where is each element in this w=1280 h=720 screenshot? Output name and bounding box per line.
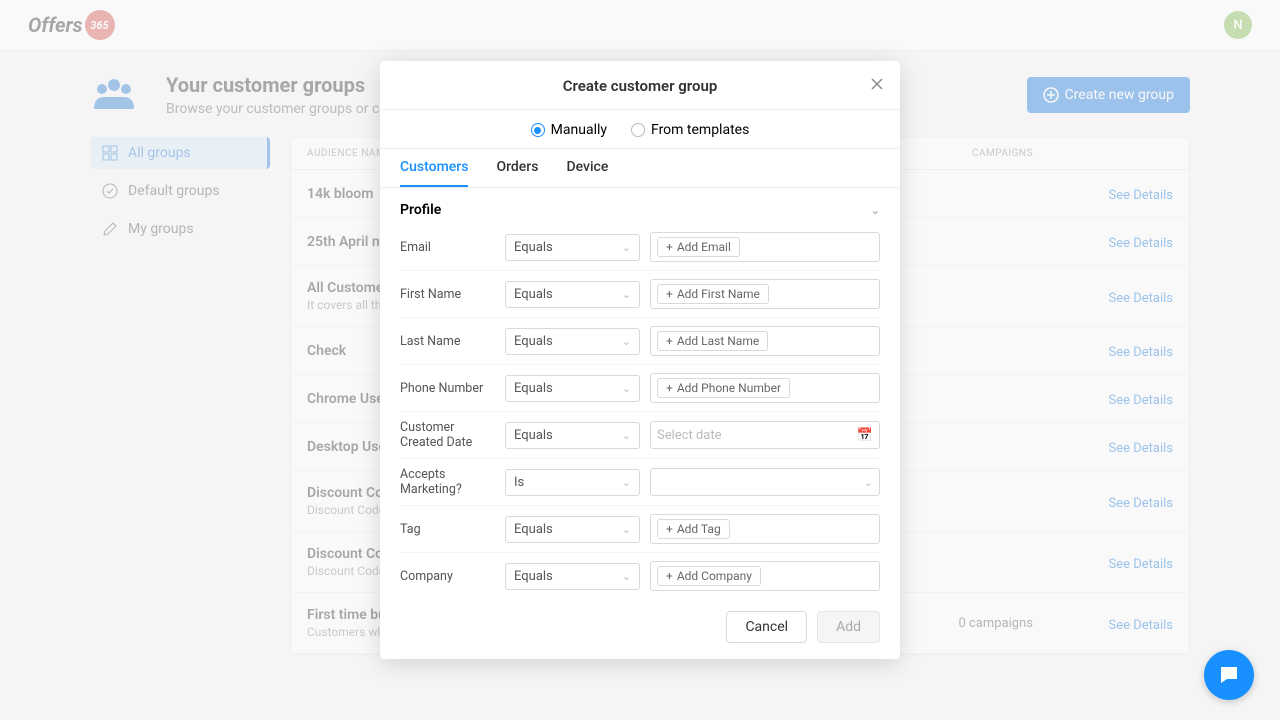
radio-dot-icon <box>531 123 545 137</box>
profile-filter-row: Tag Equals ⌄ + Add Tag <box>400 506 880 553</box>
section-title: Profile <box>400 202 441 218</box>
tab-device[interactable]: Device <box>566 159 608 187</box>
operator-value: Equals <box>514 428 553 443</box>
chevron-down-icon: ⌄ <box>864 476 873 489</box>
value-select[interactable]: ⌄ <box>650 468 880 496</box>
plus-icon: + <box>666 334 673 348</box>
chevron-down-icon: ⌄ <box>622 570 631 583</box>
close-icon <box>870 77 884 91</box>
tag-input[interactable]: + Add Email <box>650 232 880 262</box>
profile-filter-row: Customer Created Date Equals ⌄ Select dat… <box>400 412 880 459</box>
date-input[interactable]: Select date📅 <box>650 421 880 449</box>
chevron-down-icon: ⌄ <box>871 204 880 217</box>
add-chip-button[interactable]: + Add Phone Number <box>657 378 790 398</box>
add-chip-button[interactable]: + Add Company <box>657 566 761 586</box>
modal-header: Create customer group <box>380 61 900 110</box>
tag-input[interactable]: + Add Company <box>650 561 880 591</box>
chevron-down-icon: ⌄ <box>622 382 631 395</box>
chevron-down-icon: ⌄ <box>622 241 631 254</box>
filter-label: Email <box>400 240 495 255</box>
operator-value: Equals <box>514 381 553 396</box>
profile-filter-row: Email Equals ⌄ + Add Email <box>400 224 880 271</box>
tag-input[interactable]: + Add Tag <box>650 514 880 544</box>
plus-icon: + <box>666 381 673 395</box>
create-customer-group-modal: Create customer group Manually From temp… <box>380 61 900 659</box>
operator-select[interactable]: Equals ⌄ <box>505 375 640 402</box>
chevron-down-icon: ⌄ <box>622 429 631 442</box>
operator-select[interactable]: Equals ⌄ <box>505 516 640 543</box>
add-button[interactable]: Add <box>817 611 880 643</box>
radio-label: From templates <box>651 122 749 138</box>
filter-label: Company <box>400 569 495 584</box>
add-chip-button[interactable]: + Add First Name <box>657 284 769 304</box>
filter-label: Tag <box>400 522 495 537</box>
chevron-down-icon: ⌄ <box>622 476 631 489</box>
chevron-down-icon: ⌄ <box>622 335 631 348</box>
filter-label: Accepts Marketing? <box>400 467 495 497</box>
tag-input[interactable]: + Add Last Name <box>650 326 880 356</box>
operator-select[interactable]: Equals ⌄ <box>505 234 640 261</box>
calendar-icon: 📅 <box>857 428 873 443</box>
radio-label: Manually <box>551 122 607 138</box>
radio-dot-icon <box>631 123 645 137</box>
filter-label: Phone Number <box>400 381 495 396</box>
close-button[interactable] <box>870 75 884 96</box>
profile-filter-row: Company Equals ⌄ + Add Company <box>400 553 880 599</box>
tag-input[interactable]: + Add First Name <box>650 279 880 309</box>
modal-title: Create customer group <box>400 77 880 95</box>
plus-icon: + <box>666 240 673 254</box>
date-placeholder: Select date <box>657 428 857 443</box>
profile-filter-row: Phone Number Equals ⌄ + Add Phone Number <box>400 365 880 412</box>
add-chip-button[interactable]: + Add Email <box>657 237 740 257</box>
filter-label: Customer Created Date <box>400 420 495 450</box>
cancel-button[interactable]: Cancel <box>726 611 807 643</box>
operator-value: Equals <box>514 240 553 255</box>
operator-value: Equals <box>514 287 553 302</box>
operator-value: Equals <box>514 522 553 537</box>
operator-select[interactable]: Is ⌄ <box>505 469 640 496</box>
radio-manually[interactable]: Manually <box>531 122 607 138</box>
operator-value: Equals <box>514 334 553 349</box>
mode-selector: Manually From templates <box>380 110 900 149</box>
operator-select[interactable]: Equals ⌄ <box>505 328 640 355</box>
chat-icon <box>1217 663 1241 687</box>
tab-customers[interactable]: Customers <box>400 159 468 187</box>
plus-icon: + <box>666 287 673 301</box>
plus-icon: + <box>666 569 673 583</box>
operator-select[interactable]: Equals ⌄ <box>505 281 640 308</box>
radio-from-templates[interactable]: From templates <box>631 122 749 138</box>
tag-input[interactable]: + Add Phone Number <box>650 373 880 403</box>
profile-filter-row: Accepts Marketing? Is ⌄ ⌄ <box>400 459 880 506</box>
chevron-down-icon: ⌄ <box>622 523 631 536</box>
operator-select[interactable]: Equals ⌄ <box>505 422 640 449</box>
operator-select[interactable]: Equals ⌄ <box>505 563 640 590</box>
operator-value: Is <box>514 475 524 490</box>
chevron-down-icon: ⌄ <box>622 288 631 301</box>
operator-value: Equals <box>514 569 553 584</box>
tab-orders[interactable]: Orders <box>496 159 538 187</box>
add-chip-button[interactable]: + Add Tag <box>657 519 730 539</box>
profile-filter-row: Last Name Equals ⌄ + Add Last Name <box>400 318 880 365</box>
profile-section-header[interactable]: Profile ⌄ <box>400 188 880 224</box>
modal-tabs: Customers Orders Device <box>380 149 900 188</box>
chat-widget-button[interactable] <box>1204 650 1254 700</box>
plus-icon: + <box>666 522 673 536</box>
modal-footer: Cancel Add <box>380 599 900 659</box>
filter-label: Last Name <box>400 334 495 349</box>
filter-label: First Name <box>400 287 495 302</box>
add-chip-button[interactable]: + Add Last Name <box>657 331 768 351</box>
profile-filter-row: First Name Equals ⌄ + Add First Name <box>400 271 880 318</box>
